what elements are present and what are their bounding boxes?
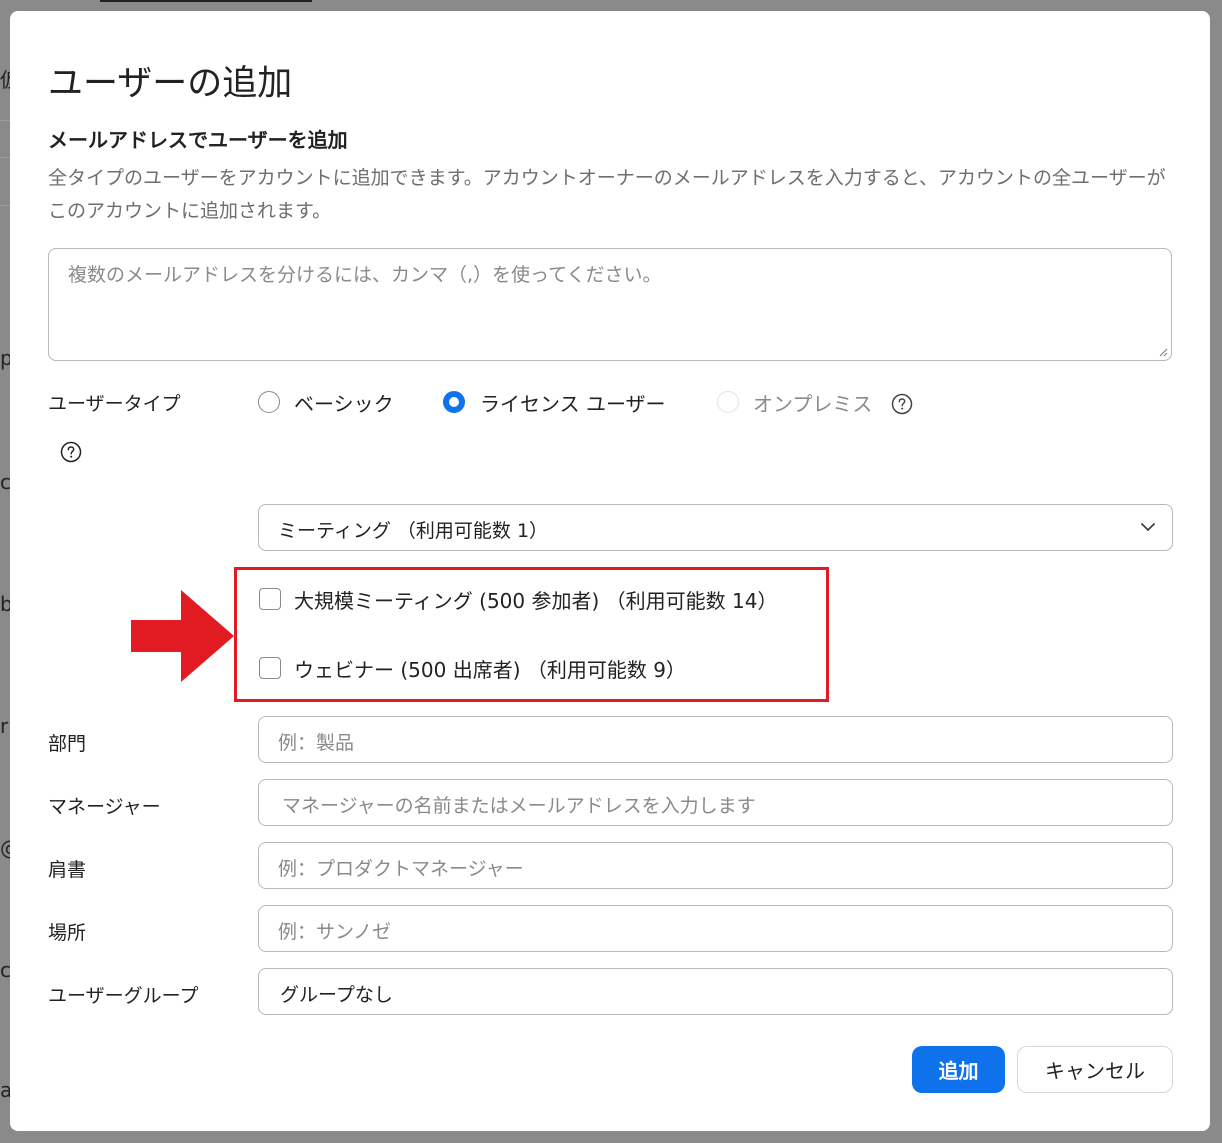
user-group-value: グループなし	[280, 984, 393, 1006]
manager-input[interactable]: マネージャーの名前またはメールアドレスを入力します	[258, 779, 1173, 826]
radio-basic[interactable]	[258, 391, 280, 413]
email-placeholder: 複数のメールアドレスを分けるには、カンマ（,）を使ってください。	[68, 264, 662, 286]
job-title-placeholder: 例：プロダクトマネージャー	[278, 858, 524, 880]
background-text: a	[0, 1078, 10, 1102]
section-title: メールアドレスでユーザーを追加	[48, 128, 348, 152]
large-meeting-checkbox[interactable]	[259, 588, 281, 610]
section-description: 全タイプのユーザーをアカウントに追加できます。アカウントオーナーのメールアドレス…	[48, 167, 1166, 222]
chevron-down-icon	[1141, 523, 1155, 531]
background-text: @	[0, 836, 10, 860]
manager-label: マネージャー	[48, 796, 161, 818]
user-group-select[interactable]: グループなし	[258, 968, 1173, 1015]
add-user-dialog: ユーザーの追加 メールアドレスでユーザーを追加 全タイプのユーザーをアカウントに…	[10, 11, 1210, 1131]
department-placeholder: 例：製品	[278, 732, 355, 754]
job-title-label: 肩書	[48, 859, 87, 881]
department-label: 部門	[48, 733, 87, 755]
location-input[interactable]: 例：サンノゼ	[258, 905, 1173, 952]
webinar-label[interactable]: ウェビナー (500 出席者) （利用可能数 9）	[294, 654, 686, 683]
red-arrow-annotation	[131, 590, 234, 682]
radio-basic-label[interactable]: ベーシック	[294, 388, 394, 417]
email-textarea[interactable]: 複数のメールアドレスを分けるには、カンマ（,）を使ってください。	[48, 248, 1172, 361]
background-text: r	[0, 714, 9, 738]
background-text: p	[0, 346, 10, 370]
webinar-checkbox[interactable]	[259, 657, 281, 679]
location-placeholder: 例：サンノゼ	[278, 921, 392, 943]
department-input[interactable]: 例：製品	[258, 716, 1173, 763]
background-tab-underline	[100, 0, 312, 2]
background-divider	[0, 157, 10, 158]
background-text: cs	[0, 958, 10, 982]
radio-licensed[interactable]	[443, 391, 465, 413]
radio-licensed-label[interactable]: ライセンス ユーザー	[480, 388, 666, 417]
large-meeting-label[interactable]: 大規模ミーティング (500 参加者) （利用可能数 14）	[294, 585, 777, 614]
radio-on-premise-label[interactable]: オンプレミス	[753, 388, 872, 417]
background-text: c	[0, 470, 10, 494]
job-title-input[interactable]: 例：プロダクトマネージャー	[258, 842, 1173, 889]
help-icon[interactable]	[891, 393, 913, 415]
background-divider	[0, 205, 10, 206]
license-type-value: ミーティング （利用可能数 1）	[278, 520, 549, 542]
location-label: 場所	[48, 922, 87, 944]
user-group-label: ユーザーグループ	[48, 985, 199, 1007]
add-button[interactable]: 追加	[912, 1046, 1005, 1093]
user-type-label: ユーザータイプ	[48, 393, 181, 415]
background-divider	[0, 120, 10, 121]
resize-grip-icon[interactable]	[1158, 347, 1168, 357]
manager-placeholder: マネージャーの名前またはメールアドレスを入力します	[282, 795, 756, 817]
license-type-select[interactable]: ミーティング （利用可能数 1）	[258, 504, 1173, 551]
help-icon[interactable]	[60, 441, 82, 463]
dialog-title: ユーザーの追加	[48, 64, 293, 104]
background-text: 仮	[0, 64, 10, 93]
background-text: b	[0, 592, 10, 616]
radio-on-premise[interactable]	[717, 391, 739, 413]
cancel-button[interactable]: キャンセル	[1017, 1046, 1173, 1093]
